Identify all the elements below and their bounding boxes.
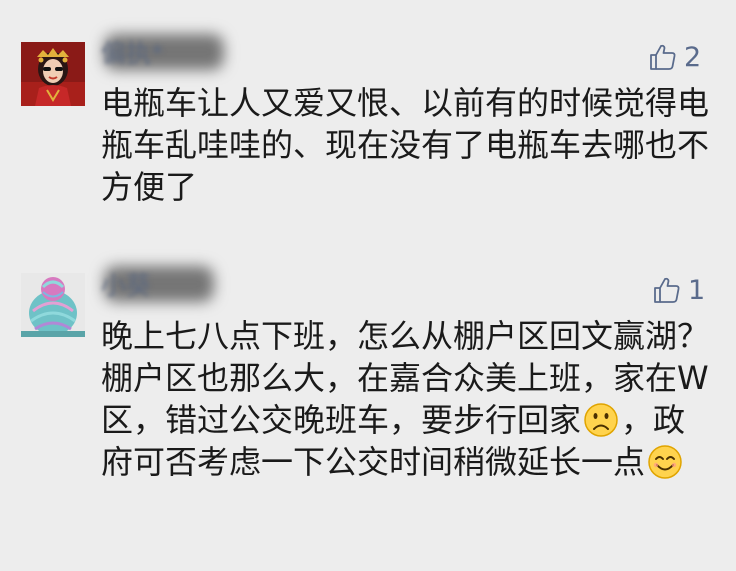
thumbs-up-icon	[650, 44, 676, 70]
thumbs-up-icon	[654, 277, 680, 303]
colorful-bun-hair-avatar-icon	[21, 273, 85, 337]
avatar[interactable]	[21, 273, 85, 337]
avatar[interactable]	[21, 42, 85, 106]
comment-item: 小葵 1 晚上七八点下班，怎么从棚户区回文赢湖？棚户区也那么大，在嘉合众美上班，…	[0, 230, 736, 571]
like-count: 1	[688, 274, 706, 306]
comment-text: 晚上七八点下班，怎么从棚户区回文赢湖？棚户区也那么大，在嘉合众美上班，家在W区，…	[101, 315, 716, 483]
like-button[interactable]: 1	[652, 270, 705, 310]
like-button[interactable]: 2	[648, 37, 701, 77]
smile-face-emoji	[648, 445, 682, 479]
bride-avatar-icon	[21, 42, 85, 106]
nickname[interactable]: 小葵	[101, 266, 151, 306]
comment-item: 偏执* 2 电瓶车让人又爱又恨、以前有的时候觉得电瓶车乱哇哇的、现在没有了电瓶车…	[0, 0, 736, 230]
comment-text: 电瓶车让人又爱又恨、以前有的时候觉得电瓶车乱哇哇的、现在没有了电瓶车去哪也不方便…	[101, 84, 710, 206]
nickname[interactable]: 偏执*	[101, 34, 164, 74]
sad-face-emoji	[584, 403, 618, 437]
like-count: 2	[684, 41, 702, 73]
